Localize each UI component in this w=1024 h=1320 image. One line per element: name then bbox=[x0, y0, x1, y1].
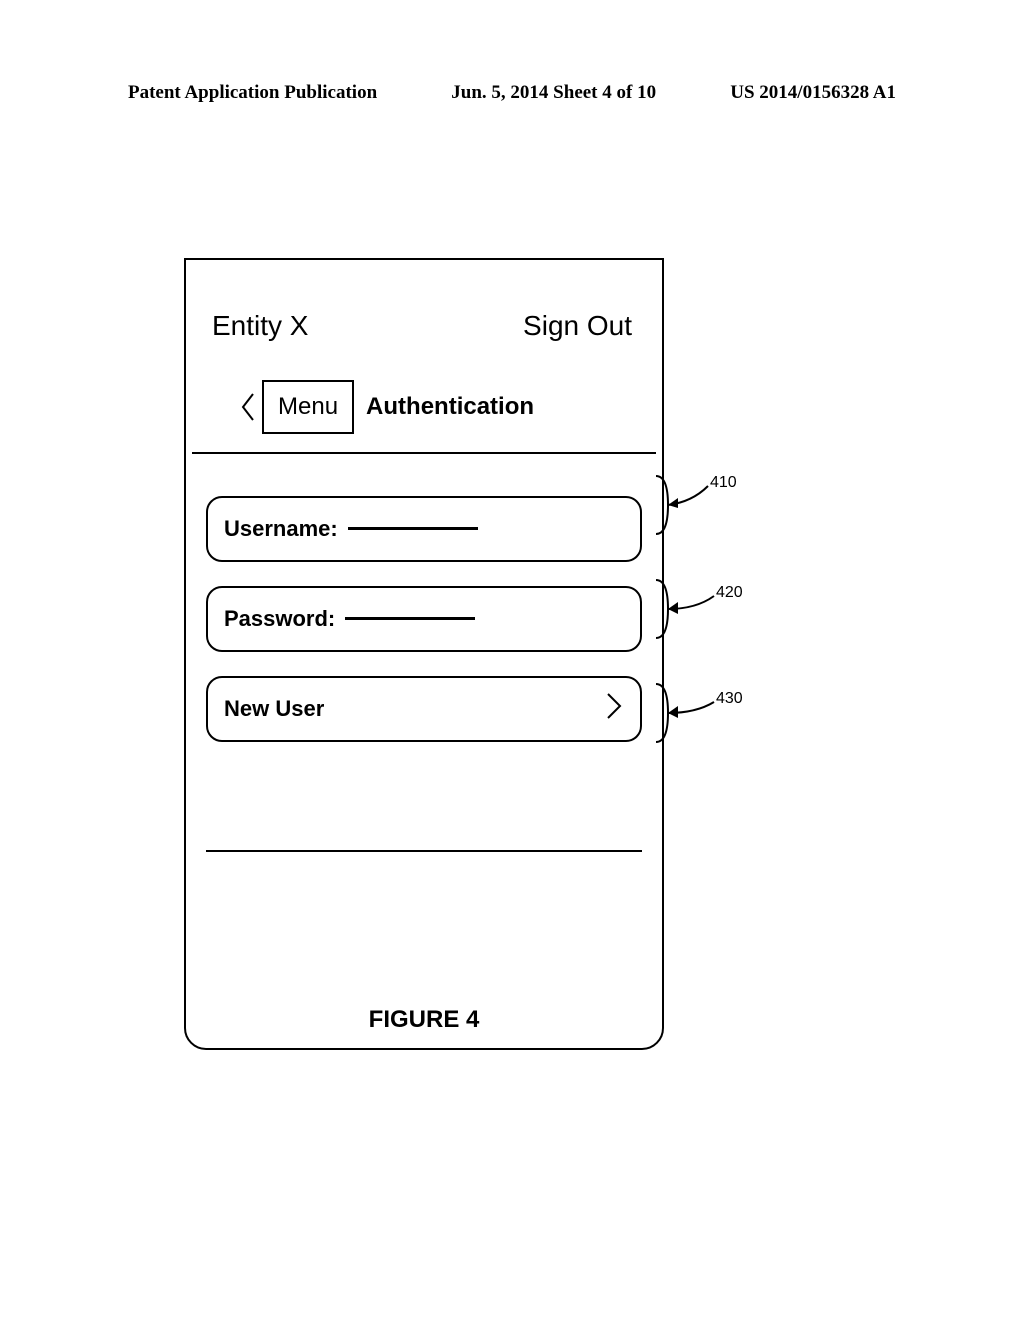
divider bbox=[206, 850, 642, 852]
back-chevron-icon[interactable] bbox=[234, 380, 262, 434]
callout-430: 430 bbox=[648, 678, 768, 748]
header-left: Patent Application Publication bbox=[128, 82, 377, 104]
patent-page-header: Patent Application Publication Jun. 5, 2… bbox=[128, 82, 896, 104]
callout-410: 410 bbox=[648, 470, 768, 540]
callout-420-number: 420 bbox=[716, 584, 743, 602]
new-user-label: New User bbox=[224, 696, 324, 722]
callout-430-number: 430 bbox=[716, 690, 743, 708]
page-title: Authentication bbox=[354, 380, 534, 434]
nav-row: Menu Authentication bbox=[234, 380, 534, 434]
menu-button[interactable]: Menu bbox=[262, 380, 354, 434]
sign-out-link[interactable]: Sign Out bbox=[523, 310, 632, 342]
username-field[interactable]: Username: bbox=[206, 496, 642, 562]
username-label: Username: bbox=[224, 516, 338, 542]
password-field[interactable]: Password: bbox=[206, 586, 642, 652]
header-center: Jun. 5, 2014 Sheet 4 of 10 bbox=[451, 82, 656, 104]
content-area: Username: Password: New User bbox=[192, 482, 656, 766]
callout-410-number: 410 bbox=[710, 474, 737, 492]
password-input-line[interactable] bbox=[345, 617, 475, 620]
top-bar: Entity X Sign Out Menu Authentication bbox=[192, 282, 656, 454]
username-input-line[interactable] bbox=[348, 527, 478, 530]
callout-420: 420 bbox=[648, 574, 768, 644]
app-title: Entity X bbox=[212, 310, 308, 342]
phone-frame: Entity X Sign Out Menu Authentication Us… bbox=[184, 258, 664, 1050]
password-label: Password: bbox=[224, 606, 335, 632]
chevron-right-icon bbox=[604, 690, 624, 728]
phone-screen: Entity X Sign Out Menu Authentication Us… bbox=[192, 282, 656, 1042]
figure-caption: FIGURE 4 bbox=[192, 1006, 656, 1034]
header-right: US 2014/0156328 A1 bbox=[730, 82, 896, 104]
new-user-button[interactable]: New User bbox=[206, 676, 642, 742]
